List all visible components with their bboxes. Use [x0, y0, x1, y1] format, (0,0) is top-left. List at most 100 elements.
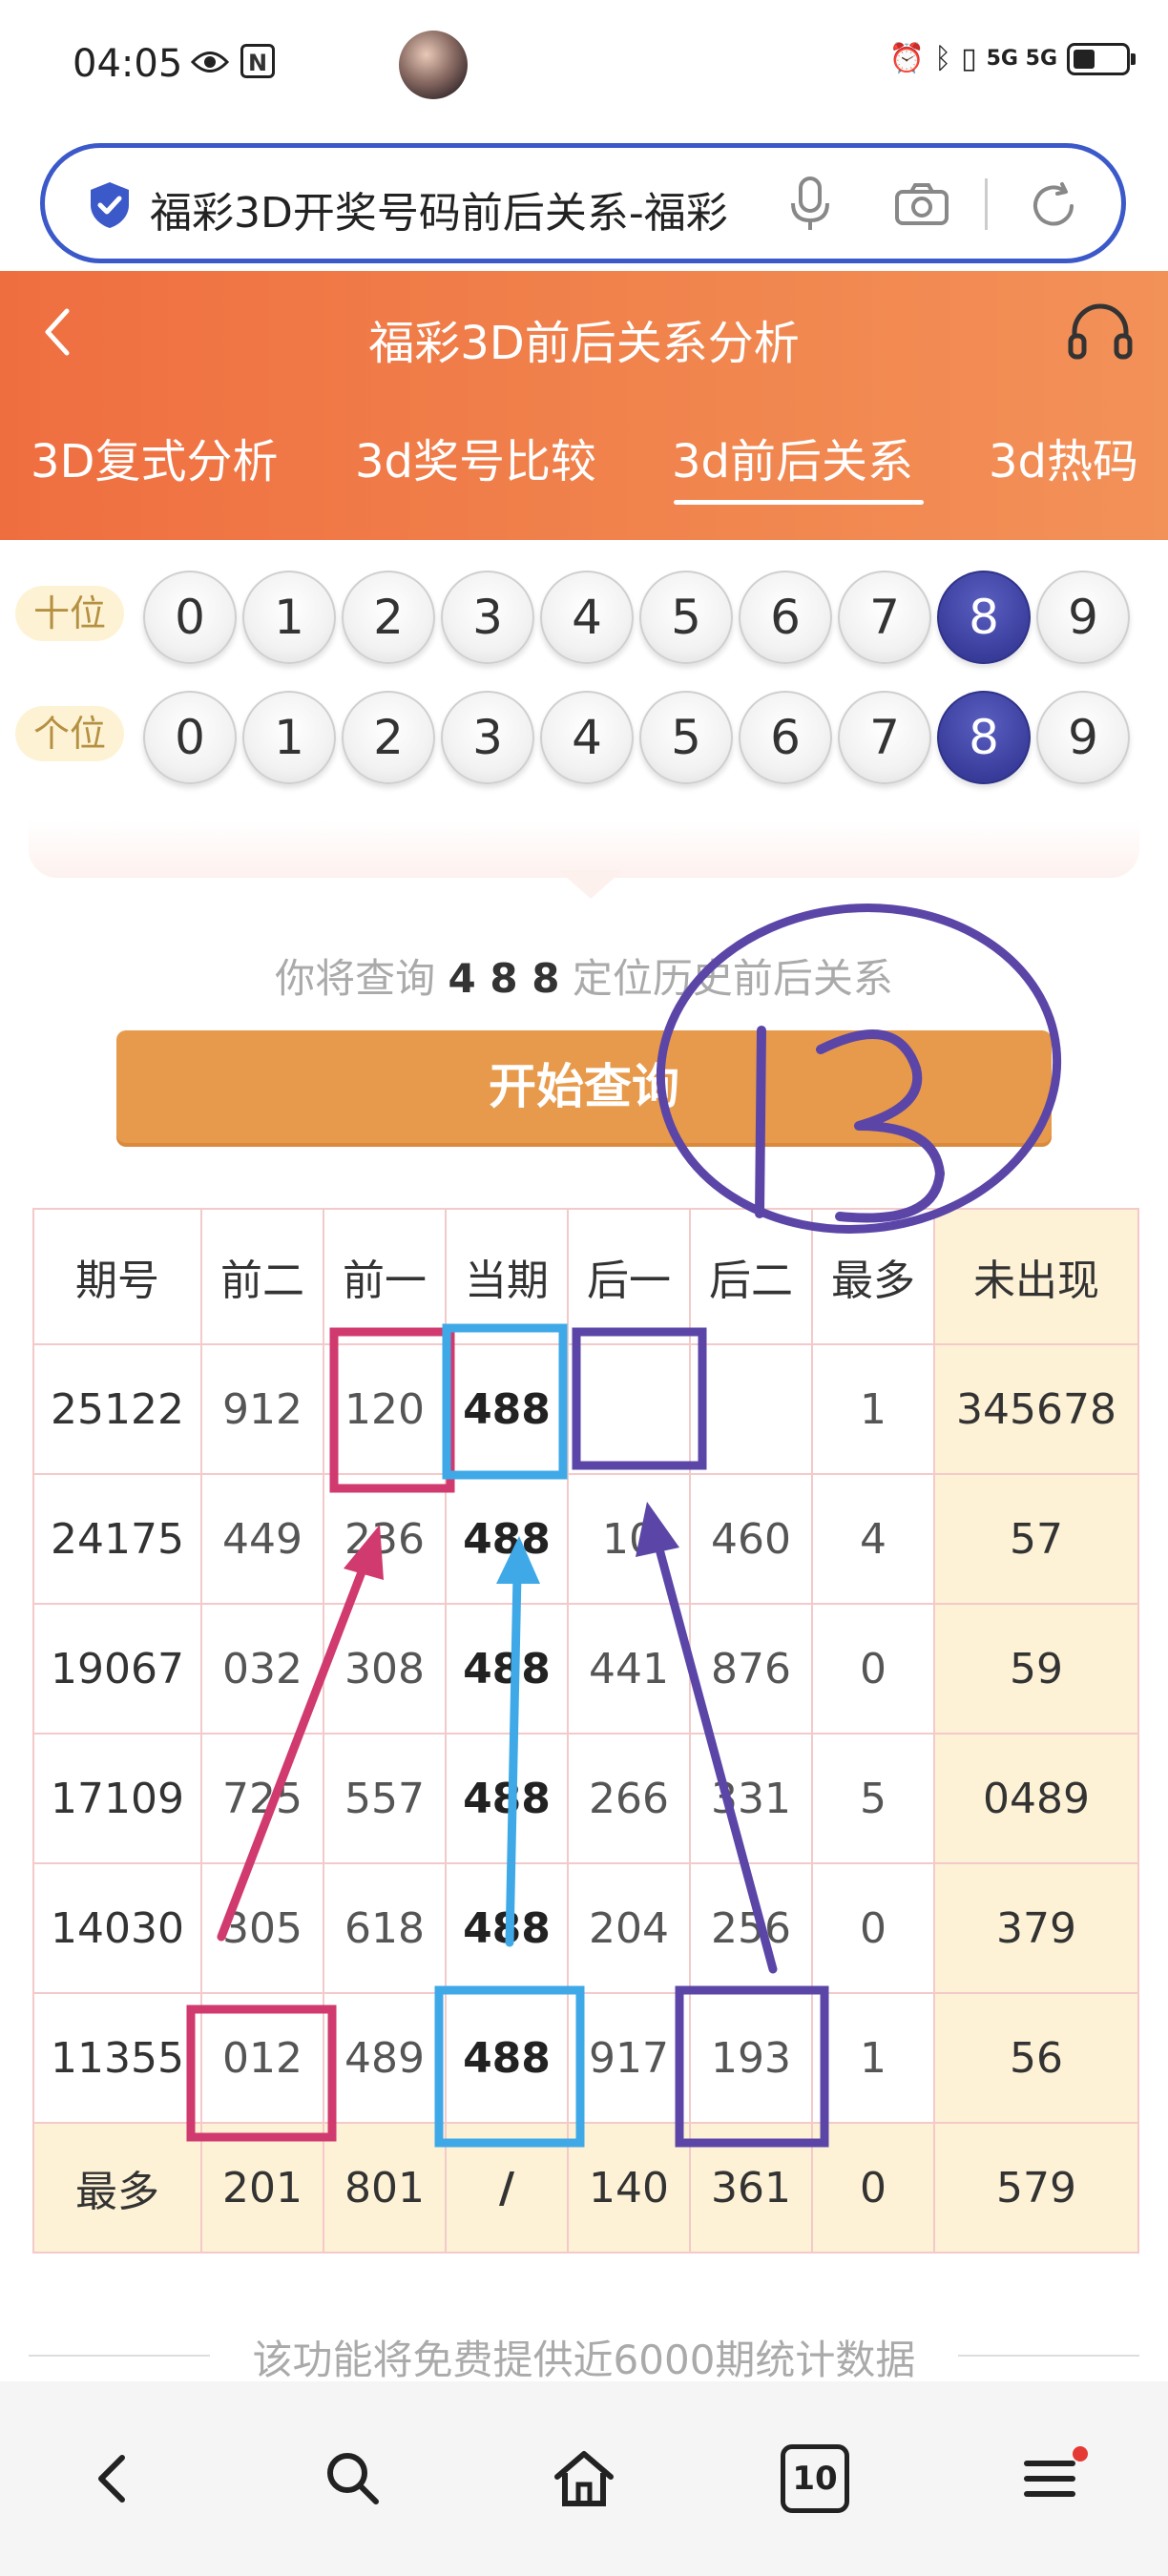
tens-label: 十位 — [15, 586, 124, 641]
search-icon[interactable] — [315, 2441, 391, 2517]
table-row: 19067 032 308 488 441 876 0 59 — [32, 1603, 1139, 1735]
table-cell: 305 — [200, 1862, 324, 1994]
table-row: 14030 305 618 488 204 256 0 379 — [32, 1862, 1139, 1994]
table-cell: 876 — [689, 1603, 813, 1735]
table-cell: 236 — [323, 1473, 447, 1605]
table-row: 11355 012 489 488 917 193 1 56 — [32, 1992, 1139, 2124]
digit-ball[interactable]: 9 — [1036, 571, 1130, 664]
col-header: 最多 — [811, 1208, 935, 1345]
col-header: 期号 — [32, 1208, 202, 1345]
reload-icon[interactable] — [1028, 180, 1079, 232]
table-row: 25122 912 120 488 1 345678 — [32, 1343, 1139, 1475]
eye-icon — [191, 52, 229, 73]
digit-ball[interactable]: 8 — [937, 691, 1031, 784]
url-text[interactable]: 福彩3D开奖号码前后关系-福彩 — [150, 178, 799, 239]
tabs-icon[interactable]: 10 — [781, 2444, 849, 2513]
digit-ball[interactable]: 2 — [342, 691, 435, 784]
table-cell: 11355 — [32, 1992, 202, 2124]
table-cell: 488 — [445, 1343, 569, 1475]
divider-panel — [29, 821, 1139, 878]
query-number: 4 8 8 — [448, 955, 560, 1002]
query-suffix: 定位历史前后关系 — [572, 955, 893, 1002]
digit-ball[interactable]: 6 — [739, 571, 832, 664]
table-cell: 24175 — [32, 1473, 202, 1605]
table-cell: 460 — [689, 1473, 813, 1605]
signal-icon: 5G 5G — [986, 47, 1057, 71]
home-icon[interactable] — [546, 2441, 622, 2517]
avatar — [399, 31, 468, 99]
digit-ball[interactable]: 0 — [143, 571, 237, 664]
table-cell — [689, 1343, 813, 1475]
table-cell: 204 — [567, 1862, 691, 1994]
digit-ball[interactable]: 0 — [143, 691, 237, 784]
menu-icon[interactable] — [1013, 2441, 1090, 2517]
active-tab-indicator — [674, 500, 924, 505]
camera-icon[interactable] — [894, 182, 949, 226]
digit-ball[interactable]: 8 — [937, 571, 1031, 664]
table-cell: 012 — [200, 1992, 324, 2124]
table-cell: 912 — [200, 1343, 324, 1475]
table-row: 17109 725 557 488 266 331 5 0489 — [32, 1733, 1139, 1864]
back-icon[interactable] — [76, 2441, 153, 2517]
start-query-button[interactable]: 开始查询 — [116, 1030, 1052, 1143]
headset-icon[interactable] — [1067, 300, 1134, 363]
table-cell: / — [445, 2122, 569, 2254]
col-header: 前二 — [200, 1208, 324, 1345]
tab-3d-qianhou[interactable]: 3d前后关系 — [672, 424, 913, 490]
table-cell: 25122 — [32, 1343, 202, 1475]
address-divider — [985, 178, 988, 230]
shield-icon — [91, 182, 129, 228]
table-cell: 488 — [445, 1473, 569, 1605]
page-header: 福彩3D前后关系分析 3D复式分析 3d奖号比较 3d前后关系 3d热码 — [0, 271, 1168, 540]
tab-3d-jianghao[interactable]: 3d奖号比较 — [355, 424, 596, 490]
table-cell: 201 — [200, 2122, 324, 2254]
table-cell: 19067 — [32, 1603, 202, 1735]
history-table: 期号 前二 前一 当期 后一 后二 最多 未出现 25122 912 120 488 1… — [32, 1208, 1139, 2254]
page-title: 福彩3D前后关系分析 — [368, 317, 800, 370]
table-cell: 579 — [933, 2122, 1139, 2254]
table-cell: 331 — [689, 1733, 813, 1864]
digit-ball[interactable]: 2 — [342, 571, 435, 664]
query-description: 你将查询 4 8 8 定位历史前后关系 — [0, 946, 1168, 1005]
table-cell: 266 — [567, 1733, 691, 1864]
table-cell: 56 — [933, 1992, 1139, 2124]
digit-ball[interactable]: 7 — [838, 571, 931, 664]
table-cell: 488 — [445, 1733, 569, 1864]
col-header: 未出现 — [933, 1208, 1139, 1345]
digit-ball[interactable]: 1 — [242, 571, 336, 664]
col-header: 后一 — [567, 1208, 691, 1345]
table-cell: 0 — [811, 1862, 935, 1994]
table-cell: 17109 — [32, 1733, 202, 1864]
microphone-icon[interactable] — [789, 175, 831, 234]
digit-ball[interactable]: 4 — [540, 571, 634, 664]
units-row: 个位 0123456789 — [0, 679, 1168, 784]
col-header: 后二 — [689, 1208, 813, 1345]
table-cell: 120 — [323, 1343, 447, 1475]
table-cell: 345678 — [933, 1343, 1139, 1475]
digit-ball[interactable]: 4 — [540, 691, 634, 784]
digit-ball[interactable]: 3 — [441, 691, 534, 784]
units-label: 个位 — [15, 706, 124, 761]
tab-3d-fushi[interactable]: 3D复式分析 — [31, 424, 279, 490]
table-cell: 57 — [933, 1473, 1139, 1605]
table-cell: 489 — [323, 1992, 447, 2124]
tab-3d-rema[interactable]: 3d热码 — [989, 424, 1138, 490]
digit-ball[interactable]: 7 — [838, 691, 931, 784]
table-cell: 801 — [323, 2122, 447, 2254]
digit-ball[interactable]: 9 — [1036, 691, 1130, 784]
digit-ball[interactable]: 5 — [639, 571, 733, 664]
table-header: 期号 前二 前一 当期 后一 后二 最多 未出现 — [32, 1208, 1139, 1345]
table-cell: 256 — [689, 1862, 813, 1994]
table-cell: 0489 — [933, 1733, 1139, 1864]
table-cell: 725 — [200, 1733, 324, 1864]
query-prefix: 你将查询 — [275, 955, 436, 1002]
status-time: 04:05 — [73, 42, 183, 86]
table-cell: 0 — [811, 1603, 935, 1735]
digit-ball[interactable]: 5 — [639, 691, 733, 784]
digit-ball[interactable]: 6 — [739, 691, 832, 784]
address-bar[interactable]: 福彩3D开奖号码前后关系-福彩 — [40, 143, 1126, 263]
digit-ball[interactable]: 1 — [242, 691, 336, 784]
table-cell: 0 — [811, 2122, 935, 2254]
digit-ball[interactable]: 3 — [441, 571, 534, 664]
tens-row: 十位 0123456789 — [0, 559, 1168, 664]
